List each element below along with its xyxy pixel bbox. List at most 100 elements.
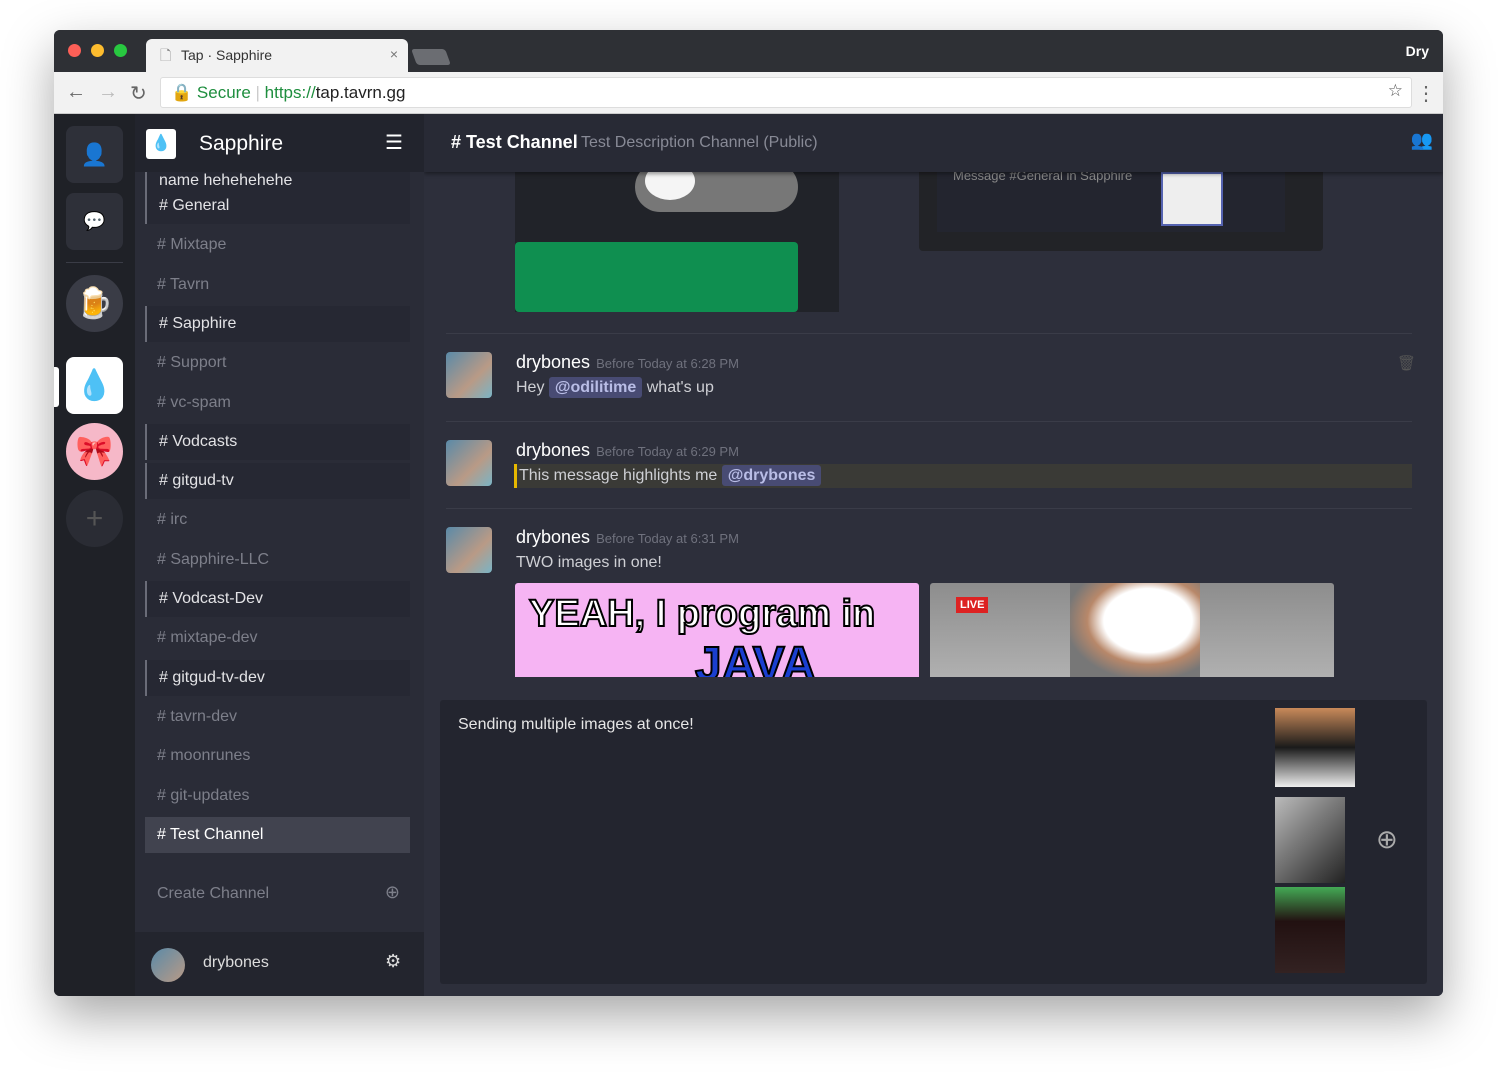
close-tab-icon[interactable]: × bbox=[390, 46, 398, 62]
new-tab-button[interactable] bbox=[411, 49, 451, 65]
server-kirby[interactable]: 🎀 bbox=[66, 423, 123, 480]
channel-label: # gitgud-tv bbox=[159, 472, 234, 490]
message-text: Hey @odilitime what's up bbox=[516, 377, 714, 398]
channel-label: # mixtape-dev bbox=[157, 629, 258, 647]
minimize-window-button[interactable] bbox=[91, 44, 104, 57]
attachment-thumb-kitten[interactable] bbox=[1275, 797, 1345, 883]
channel-item[interactable]: # Tavrn bbox=[145, 267, 410, 303]
page-icon: 🗋 bbox=[160, 47, 172, 63]
channel-sidebar: 💧 Sapphire ☰ # This is a really long cha… bbox=[135, 114, 424, 996]
channel-item[interactable]: # mixtape-dev bbox=[145, 620, 410, 656]
meme-text-java: JAVA bbox=[694, 637, 817, 677]
timestamp: Before Today at 6:28 PM bbox=[596, 356, 739, 371]
attachment-thumb-person-cats[interactable] bbox=[1275, 887, 1345, 973]
channel-item[interactable]: # irc bbox=[145, 502, 410, 538]
channel-item[interactable]: # Mixtape bbox=[145, 227, 410, 263]
team-name: Sapphire bbox=[199, 132, 284, 155]
channel-item[interactable]: # Support bbox=[145, 345, 410, 381]
channel-item[interactable]: # Test Channel bbox=[145, 816, 410, 853]
live-badge: LIVE bbox=[956, 597, 989, 613]
embedded-image-toggle bbox=[515, 162, 839, 312]
channel-label: # Vodcast-Dev bbox=[159, 590, 264, 607]
channel-label: # vc-spam bbox=[157, 393, 231, 411]
author-name[interactable]: drybones bbox=[516, 352, 590, 372]
browser-window: 🗋 Tap · Sapphire × Dry ← → ↻ 🔒 Secure | … bbox=[54, 30, 1443, 996]
channel-label: # Sapphire-LLC bbox=[157, 550, 270, 568]
channel-label: # irc bbox=[157, 511, 188, 529]
bookmark-star-icon[interactable]: ☆ bbox=[1388, 81, 1403, 101]
address-bar[interactable]: 🔒 Secure | https://tap.tavrn.gg ☆ bbox=[160, 77, 1412, 108]
avatar[interactable] bbox=[446, 439, 492, 486]
close-window-button[interactable] bbox=[68, 44, 81, 57]
browser-tab[interactable]: 🗋 Tap · Sapphire × bbox=[146, 39, 408, 72]
timestamp: Before Today at 6:29 PM bbox=[596, 443, 739, 459]
channel-item[interactable]: # Sapphire-LLC bbox=[145, 542, 410, 578]
forward-icon[interactable]: → bbox=[98, 81, 118, 104]
timestamp: Before Today at 6:31 PM bbox=[596, 531, 739, 546]
create-channel-button[interactable]: Create Channel ⊕ bbox=[145, 876, 410, 912]
message-text: TWO images in one! bbox=[516, 554, 662, 572]
channel-label: # General bbox=[159, 197, 230, 214]
profile-icon[interactable]: 👤 bbox=[66, 126, 123, 183]
meme-text: YEAH, I program in bbox=[528, 592, 876, 636]
channel-item[interactable]: # gitgud-tv bbox=[145, 463, 410, 500]
delete-trash-icon[interactable]: 🗑 bbox=[1397, 354, 1416, 372]
team-header: 💧 Sapphire ☰ bbox=[135, 114, 424, 172]
channel-label: # Tavrn bbox=[157, 275, 210, 293]
message-text: This message highlights me @drybones bbox=[514, 463, 1412, 488]
team-logo: 💧 bbox=[146, 129, 176, 159]
channel-item[interactable]: # Sapphire bbox=[145, 305, 410, 342]
attachment-thumb-cat-box[interactable] bbox=[1275, 708, 1355, 787]
server-beer[interactable]: 🍺 bbox=[66, 275, 123, 332]
author-name[interactable]: drybones bbox=[516, 527, 590, 547]
channel-item[interactable]: # Vodcasts bbox=[145, 423, 410, 460]
user-mention[interactable]: @odilitime bbox=[548, 377, 643, 398]
message-composer[interactable]: Sending multiple images at once! ⊕ bbox=[440, 700, 1427, 984]
channel-description: Test Description Channel (Public) bbox=[581, 134, 818, 151]
back-icon[interactable]: ← bbox=[66, 81, 86, 104]
server-sapphire[interactable]: 💧 bbox=[66, 357, 123, 414]
composer-input[interactable]: Sending multiple images at once! bbox=[458, 716, 694, 734]
chat-main: # Test Channel Test Description Channel … bbox=[424, 114, 1443, 996]
add-attachment-icon[interactable]: ⊕ bbox=[1376, 824, 1398, 855]
channel-label: # Mixtape bbox=[157, 236, 227, 254]
hamburger-menu-icon[interactable]: ☰ bbox=[385, 130, 403, 155]
avatar[interactable] bbox=[151, 948, 185, 982]
user-panel: drybones ⚙ bbox=[135, 932, 424, 996]
channel-item[interactable]: # moonrunes bbox=[145, 738, 410, 774]
channel-label: # git-updates bbox=[157, 786, 250, 804]
channel-item[interactable]: # vc-spam bbox=[145, 385, 410, 421]
messages-icon[interactable]: 💬 bbox=[66, 193, 123, 250]
settings-gear-icon[interactable]: ⚙ bbox=[385, 951, 401, 972]
create-channel-label: Create Channel bbox=[157, 885, 270, 902]
channel-item[interactable]: # General bbox=[145, 188, 410, 224]
channel-item[interactable]: # tavrn-dev bbox=[145, 699, 410, 735]
add-server-button[interactable]: + bbox=[66, 490, 123, 547]
url-host: tap.tavrn.gg bbox=[315, 83, 406, 102]
profile-button[interactable]: Dry bbox=[1406, 43, 1429, 59]
channel-item[interactable]: # gitgud-tv-dev bbox=[145, 659, 410, 696]
channel-header: # Test Channel Test Description Channel … bbox=[424, 114, 1443, 172]
image-dog-video[interactable]: LIVE bbox=[930, 583, 1334, 677]
avatar[interactable] bbox=[446, 527, 492, 573]
reload-icon[interactable]: ↻ bbox=[130, 81, 147, 106]
add-circle-icon: ⊕ bbox=[384, 882, 400, 902]
text: what's up bbox=[646, 379, 714, 396]
channel-label: # Sapphire bbox=[159, 314, 237, 332]
author-name[interactable]: drybones bbox=[516, 440, 590, 460]
maximize-window-button[interactable] bbox=[114, 44, 127, 57]
channel-label: # Support bbox=[157, 354, 227, 372]
tab-bar: 🗋 Tap · Sapphire × Dry bbox=[54, 30, 1443, 72]
menu-kebab-icon[interactable]: ⋮ bbox=[1416, 81, 1436, 106]
text: This message highlights me bbox=[519, 466, 718, 484]
user-mention[interactable]: @drybones bbox=[721, 464, 822, 486]
image-java-meme[interactable]: YEAH, I program in JAVA bbox=[515, 583, 919, 677]
browser-toolbar: ← → ↻ 🔒 Secure | https://tap.tavrn.gg ☆ … bbox=[54, 72, 1443, 114]
channel-item[interactable]: # Vodcast-Dev bbox=[145, 581, 410, 617]
members-icon[interactable]: 👥 bbox=[1411, 130, 1433, 151]
channel-label: # moonrunes bbox=[157, 747, 251, 765]
channel-item[interactable]: # git-updates bbox=[145, 778, 410, 814]
avatar[interactable] bbox=[446, 352, 492, 398]
server-rail: 👤 💬 🍺 💧 🎀 + bbox=[54, 114, 135, 996]
text: Hey bbox=[516, 379, 545, 396]
